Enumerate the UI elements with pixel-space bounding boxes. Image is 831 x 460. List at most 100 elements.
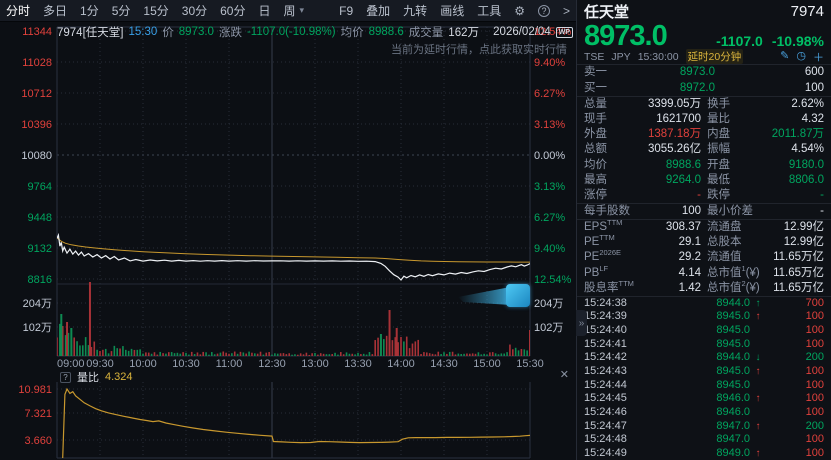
stat-value: 8806.0 bbox=[771, 173, 824, 188]
tool-九转[interactable]: 九转 bbox=[403, 2, 427, 19]
tab-分时[interactable]: 分时 bbox=[6, 2, 30, 19]
tick-price: 8945.0 bbox=[658, 324, 750, 338]
volume-bar bbox=[280, 353, 282, 356]
volume-bar bbox=[518, 350, 520, 356]
tick-time: 15:24:39 bbox=[584, 310, 658, 324]
volume-bar bbox=[265, 353, 267, 356]
tool-叠加[interactable]: 叠加 bbox=[366, 2, 390, 19]
stat-label: PE2026E bbox=[584, 250, 648, 265]
tab-60分[interactable]: 60分 bbox=[220, 2, 245, 19]
volume-bar bbox=[251, 353, 253, 356]
pct-axis-label: 3.13% bbox=[534, 119, 565, 131]
y-axis-label: 10712 bbox=[21, 88, 52, 100]
volume-bar bbox=[526, 350, 528, 356]
volume-bar bbox=[480, 354, 482, 356]
expand-arrow[interactable]: » bbox=[576, 310, 587, 336]
delay-badge: 延时20分钟 bbox=[686, 49, 744, 64]
stat-row: 股息率TTM1.42总市值2(¥)11.65万亿 bbox=[584, 281, 824, 296]
tick-volume: 100 bbox=[766, 447, 824, 460]
volume-bar bbox=[240, 352, 242, 356]
tick-row: 15:24:488947.0100 bbox=[584, 433, 824, 447]
stat-value: 4.32 bbox=[771, 112, 824, 127]
volume-bar bbox=[142, 354, 144, 356]
time-axis-label: 11:00 bbox=[216, 358, 243, 370]
chart-symbol: 7974[任天堂] bbox=[57, 24, 123, 40]
volume-bar bbox=[406, 337, 408, 356]
delayed-quote-notice[interactable]: 当前为延时行情，点此获取实时行情 bbox=[391, 41, 567, 57]
volume-bar bbox=[114, 346, 116, 356]
volume-bar bbox=[432, 354, 434, 356]
add-icon[interactable]: ＋ bbox=[813, 49, 824, 65]
tool-工具[interactable]: 工具 bbox=[477, 2, 501, 19]
stat-value: 9180.0 bbox=[771, 158, 824, 173]
volume-spike-bar bbox=[529, 330, 531, 356]
tick-time: 15:24:47 bbox=[584, 420, 658, 434]
volume-bar bbox=[435, 354, 437, 356]
volume-bar bbox=[463, 354, 465, 356]
volume-bar bbox=[437, 352, 439, 356]
chart-time: 15:30 bbox=[128, 26, 157, 38]
tab-多日[interactable]: 多日 bbox=[43, 2, 67, 19]
gear-icon[interactable]: ⚙ bbox=[514, 4, 525, 18]
tick-volume: 200 bbox=[766, 420, 824, 434]
volume-bar bbox=[254, 353, 256, 356]
tool-画线[interactable]: 画线 bbox=[440, 2, 464, 19]
help-icon[interactable]: ? bbox=[538, 5, 550, 17]
volume-bar bbox=[271, 355, 273, 356]
tab-5分[interactable]: 5分 bbox=[112, 2, 131, 19]
volume-bar bbox=[374, 340, 376, 356]
close-icon[interactable]: ✕ bbox=[560, 368, 569, 381]
help-icon[interactable]: ? bbox=[60, 372, 71, 383]
volume-value: 162万 bbox=[448, 24, 479, 40]
chevron-right-icon[interactable]: > bbox=[563, 4, 570, 18]
volume-bar bbox=[429, 353, 431, 356]
tick-price: 8945.0 bbox=[658, 379, 750, 393]
tab-30分[interactable]: 30分 bbox=[182, 2, 207, 19]
volume-bar bbox=[131, 349, 133, 356]
wp-badge[interactable]: WP bbox=[556, 27, 573, 38]
pct-axis-label: 6.27% bbox=[534, 212, 565, 224]
time-axis-label: 13:30 bbox=[344, 358, 372, 370]
volume-bar bbox=[220, 353, 222, 356]
tab-15分[interactable]: 15分 bbox=[143, 2, 168, 19]
tick-price: 8946.0 bbox=[658, 406, 750, 420]
stat-value: 1621700 bbox=[648, 112, 701, 127]
chevron-down-icon[interactable]: ▾ bbox=[300, 5, 305, 16]
chart-area: 1134411028107121039610080976494489132881… bbox=[0, 22, 575, 460]
volume-bar bbox=[197, 352, 199, 356]
tab-周[interactable]: 周 bbox=[284, 2, 296, 19]
stat-label: 总市值2(¥) bbox=[701, 281, 771, 296]
edit-icon[interactable]: ✎ bbox=[780, 49, 789, 65]
volume-bar bbox=[277, 354, 279, 356]
volume-bar bbox=[403, 341, 405, 356]
tick-time: 15:24:44 bbox=[584, 379, 658, 393]
tool-F9[interactable]: F9 bbox=[339, 4, 353, 18]
alert-icon[interactable]: ◷ bbox=[796, 49, 806, 65]
stat-value: - bbox=[771, 188, 824, 203]
volume-axis-label: 102万 bbox=[534, 322, 563, 334]
stat-label: 量比 bbox=[701, 112, 771, 127]
boost-icon[interactable] bbox=[506, 284, 530, 307]
volume-bar bbox=[222, 352, 224, 356]
volume-bar bbox=[297, 355, 299, 356]
volume-bar bbox=[268, 352, 270, 356]
volume-bar bbox=[211, 352, 213, 356]
stat-row: PE2026E29.2流通值11.65万亿 bbox=[584, 250, 824, 265]
stat-value: 3399.05万 bbox=[648, 97, 701, 112]
volume-bar bbox=[128, 351, 130, 356]
volume-bar bbox=[458, 354, 460, 356]
stat-row: 总额3055.26亿振幅4.54% bbox=[584, 142, 824, 157]
stat-label: 内盘 bbox=[701, 127, 771, 142]
avg-value: 8988.6 bbox=[369, 26, 404, 38]
volume-bar bbox=[489, 352, 491, 356]
tab-1分[interactable]: 1分 bbox=[80, 2, 99, 19]
volume-bar bbox=[119, 349, 121, 356]
volume-bar bbox=[191, 352, 193, 356]
volume-bar bbox=[369, 352, 371, 356]
volume-bar bbox=[320, 353, 322, 356]
volume-bar bbox=[105, 349, 107, 356]
arrow-up-icon: ↑ bbox=[750, 447, 766, 460]
tick-time: 15:24:42 bbox=[584, 351, 658, 365]
tab-日[interactable]: 日 bbox=[258, 2, 270, 19]
volume-bar bbox=[56, 337, 58, 356]
